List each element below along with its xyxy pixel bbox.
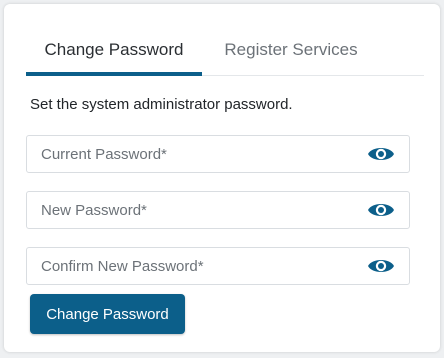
- eye-icon[interactable]: [367, 255, 395, 277]
- tab-change-password[interactable]: Change Password: [26, 33, 202, 76]
- description-text: Set the system administrator password.: [30, 96, 293, 113]
- current-password-field: [26, 135, 410, 173]
- confirm-new-password-field: [26, 247, 410, 285]
- confirm-new-password-input[interactable]: [27, 248, 357, 284]
- change-password-button[interactable]: Change Password: [30, 294, 185, 334]
- tab-register-services-label: Register Services: [224, 40, 358, 59]
- eye-icon[interactable]: [367, 143, 395, 165]
- new-password-field: [26, 191, 410, 229]
- change-password-card: Change Password Register Services Set th…: [4, 4, 440, 352]
- tab-bar: Change Password Register Services: [26, 33, 424, 76]
- eye-icon[interactable]: [367, 199, 395, 221]
- current-password-input[interactable]: [27, 136, 357, 172]
- tab-register-services[interactable]: Register Services: [202, 33, 380, 75]
- new-password-input[interactable]: [27, 192, 357, 228]
- tab-change-password-label: Change Password: [44, 40, 184, 59]
